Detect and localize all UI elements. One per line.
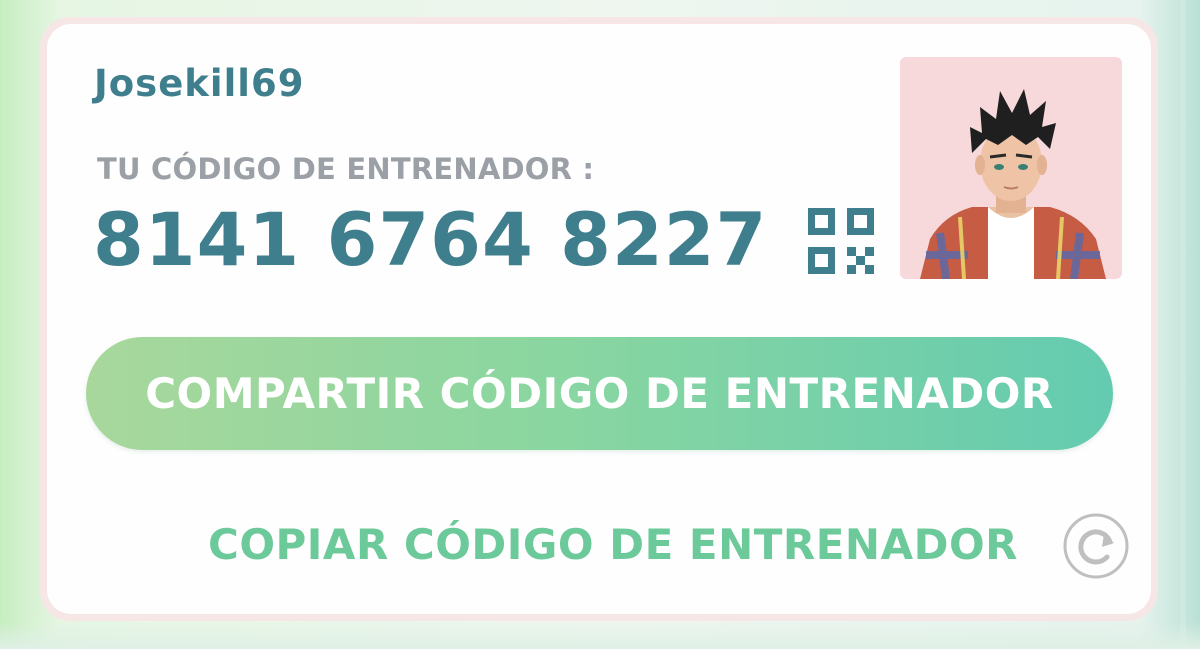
copy-code-link[interactable]: COPIAR CÓDIGO DE ENTRENADOR [208, 520, 1018, 569]
share-code-button[interactable]: COMPARTIR CÓDIGO DE ENTRENADOR [86, 337, 1113, 450]
refresh-icon[interactable] [1062, 512, 1130, 580]
refresh-graphic [1063, 513, 1129, 579]
share-code-label: COMPARTIR CÓDIGO DE ENTRENADOR [145, 369, 1054, 418]
trainer-code-label: TU CÓDIGO DE ENTRENADOR : [97, 152, 595, 186]
trainer-username: Josekill69 [94, 62, 305, 105]
avatar-illustration [920, 89, 1106, 279]
trainer-code: 8141 6764 8227 [93, 198, 768, 283]
background-fade [0, 621, 1200, 649]
trainer-avatar[interactable] [900, 57, 1122, 279]
qr-code-icon[interactable] [808, 208, 874, 274]
background-strip [1180, 0, 1186, 649]
qr-code-graphic [808, 208, 874, 274]
